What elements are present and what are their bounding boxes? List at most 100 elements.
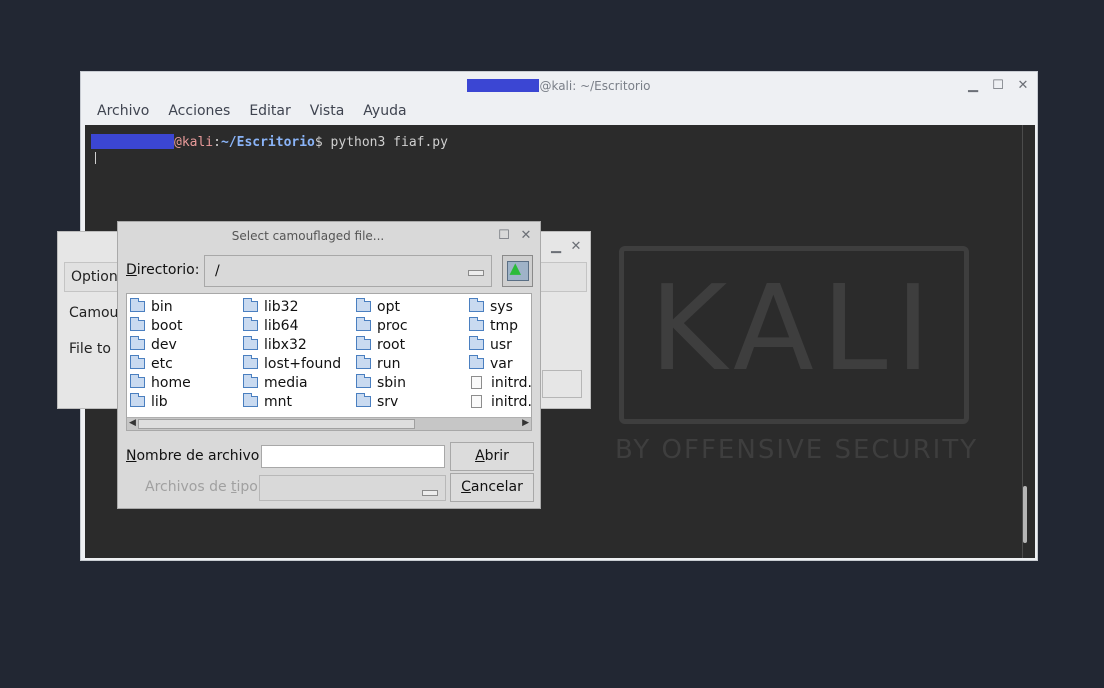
menu-archivo[interactable]: Archivo — [97, 103, 149, 119]
folder-icon — [243, 298, 258, 312]
folder-icon — [130, 374, 145, 388]
scrollbar-thumb[interactable] — [138, 419, 415, 429]
file-column-4: sys tmp usr var initrd.i initrd.i — [469, 297, 531, 411]
folder-icon — [356, 393, 371, 407]
directory-label: Directorio: — [126, 262, 200, 278]
dropdown-indicator-icon — [468, 270, 484, 276]
file-icon — [471, 376, 482, 389]
folder-icon — [469, 298, 484, 312]
parent-directory-button[interactable] — [502, 255, 533, 287]
file-column-3: opt proc root run sbin srv — [356, 297, 408, 411]
list-item[interactable]: media — [243, 373, 341, 392]
app-window-controls: ▁ ✕ — [550, 238, 582, 256]
list-item[interactable]: initrd.i — [469, 373, 531, 392]
file-to-label: File to — [69, 341, 111, 357]
list-item[interactable]: sys — [469, 297, 531, 316]
prompt-line: @kali:~/Escritorio$ python3 fiaf.py — [91, 134, 448, 150]
dialog-title: Select camouflaged file... — [231, 229, 385, 243]
text-cursor — [95, 152, 96, 164]
folder-icon — [243, 336, 258, 350]
folder-icon — [356, 298, 371, 312]
folder-icon — [130, 317, 145, 331]
open-button[interactable]: Abrir — [450, 442, 534, 471]
folder-icon — [356, 355, 371, 369]
list-item[interactable]: usr — [469, 335, 531, 354]
folder-icon — [130, 336, 145, 350]
minimize-icon[interactable]: ▁ — [967, 77, 979, 95]
list-item[interactable]: boot — [130, 316, 191, 335]
maximize-icon[interactable]: ☐ — [498, 227, 510, 245]
scroll-left-icon[interactable]: ◀ — [129, 418, 136, 428]
dropdown-indicator-icon — [422, 490, 438, 496]
list-item[interactable]: libx32 — [243, 335, 341, 354]
folder-icon — [356, 374, 371, 388]
list-item[interactable]: root — [356, 335, 408, 354]
menu-editar[interactable]: Editar — [249, 103, 290, 119]
folder-icon — [130, 393, 145, 407]
app-button[interactable] — [542, 370, 582, 398]
list-item[interactable]: lib64 — [243, 316, 341, 335]
kali-tagline: BY OFFENSIVE SECURITY — [615, 435, 979, 465]
list-item[interactable]: var — [469, 354, 531, 373]
folder-icon — [356, 336, 371, 350]
list-item[interactable]: bin — [130, 297, 191, 316]
cancel-button[interactable]: Cancelar — [450, 473, 534, 502]
file-icon — [471, 395, 482, 408]
horizontal-scrollbar[interactable]: ◀ ▶ — [127, 417, 531, 430]
camouflage-label: Camou — [69, 305, 119, 321]
list-item[interactable]: dev — [130, 335, 191, 354]
list-item[interactable]: lib32 — [243, 297, 341, 316]
folder-icon — [130, 298, 145, 312]
list-item[interactable]: initrd.i — [469, 392, 531, 411]
folder-icon — [243, 393, 258, 407]
menu-acciones[interactable]: Acciones — [168, 103, 230, 119]
terminal-menubar: Archivo Acciones Editar Vista Ayuda — [97, 103, 407, 119]
terminal-command: python3 fiaf.py — [330, 135, 448, 150]
file-column-2: lib32 lib64 libx32 lost+found media mnt — [243, 297, 341, 411]
list-item[interactable]: tmp — [469, 316, 531, 335]
folder-icon — [469, 336, 484, 350]
folder-icon — [469, 355, 484, 369]
folder-icon — [243, 317, 258, 331]
file-list[interactable]: bin boot dev etc home lib lib32 lib64 li… — [126, 293, 532, 431]
kali-logo-watermark: KALI — [619, 246, 969, 424]
file-dialog: Select camouflaged file... ☐ ✕ Directori… — [117, 221, 541, 509]
redacted-username — [91, 134, 174, 149]
scroll-right-icon[interactable]: ▶ — [522, 418, 529, 428]
list-item[interactable]: lib — [130, 392, 191, 411]
list-item[interactable]: home — [130, 373, 191, 392]
folder-icon — [130, 355, 145, 369]
close-icon[interactable]: ✕ — [520, 227, 532, 245]
directory-value: / — [215, 263, 220, 279]
folder-icon — [469, 317, 484, 331]
list-item[interactable]: mnt — [243, 392, 341, 411]
maximize-icon[interactable]: ☐ — [992, 77, 1004, 95]
dialog-window-controls: ☐ ✕ — [498, 227, 532, 245]
list-item[interactable]: srv — [356, 392, 408, 411]
filename-input[interactable] — [261, 445, 445, 468]
list-item[interactable]: etc — [130, 354, 191, 373]
redacted-username — [467, 79, 540, 92]
folder-icon — [243, 355, 258, 369]
list-item[interactable]: proc — [356, 316, 408, 335]
list-item[interactable]: opt — [356, 297, 408, 316]
close-icon[interactable]: ✕ — [570, 238, 582, 256]
list-item[interactable]: run — [356, 354, 408, 373]
file-column-1: bin boot dev etc home lib — [130, 297, 191, 411]
folder-icon — [243, 374, 258, 388]
list-item[interactable]: sbin — [356, 373, 408, 392]
minimize-icon[interactable]: ▁ — [550, 238, 562, 256]
directory-dropdown[interactable]: / — [204, 255, 492, 287]
filename-label: Nombre de archivo: — [126, 448, 265, 464]
folder-up-icon — [506, 259, 529, 281]
menu-vista[interactable]: Vista — [310, 103, 345, 119]
folder-icon — [356, 317, 371, 331]
menu-ayuda[interactable]: Ayuda — [363, 103, 406, 119]
terminal-window-controls: ▁ ☐ ✕ — [967, 77, 1029, 95]
filetype-dropdown[interactable] — [259, 475, 446, 501]
close-icon[interactable]: ✕ — [1017, 77, 1029, 95]
terminal-title: @kali: ~/Escritorio — [81, 72, 1037, 100]
filetype-label: Archivos de tipo: — [145, 479, 263, 495]
list-item[interactable]: lost+found — [243, 354, 341, 373]
scrollbar-thumb[interactable] — [1023, 486, 1027, 543]
